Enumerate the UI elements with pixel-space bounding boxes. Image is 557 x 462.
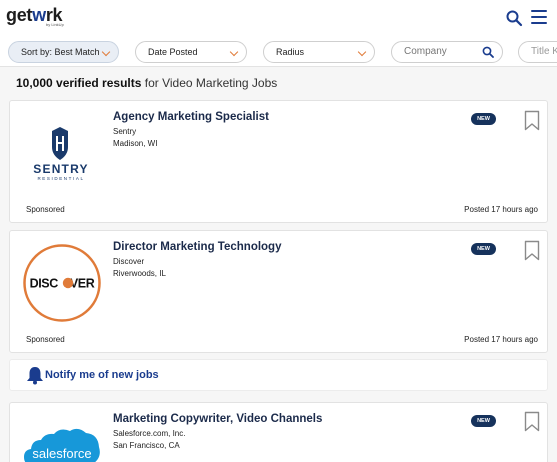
- logo-subtitle: by LinkUp: [46, 22, 64, 27]
- job-card[interactable]: DISC VER Director Marketing Technology Di…: [9, 230, 548, 353]
- sentry-logo-text: SENTRY: [33, 162, 88, 176]
- chevron-down-icon: [101, 47, 111, 57]
- logo-text-get: get: [6, 5, 33, 25]
- radius-label: Radius: [276, 47, 305, 57]
- sentry-logo: SENTRY RESIDENTIAL: [24, 127, 98, 181]
- discover-logo-text-1: DISC: [30, 277, 59, 291]
- sentry-logo-sub: RESIDENTIAL: [37, 176, 84, 181]
- salesforce-logo-text: salesforce: [32, 446, 91, 461]
- sponsored-label: Sponsored: [26, 205, 65, 214]
- job-location: Madison, WI: [113, 139, 158, 148]
- search-icon[interactable]: [482, 46, 494, 58]
- bookmark-icon[interactable]: [524, 411, 540, 432]
- job-title[interactable]: Agency Marketing Specialist: [113, 111, 269, 123]
- job-company: Sentry: [113, 127, 137, 136]
- chevron-down-icon: [229, 47, 239, 57]
- posted-time: Posted 17 hours ago: [464, 335, 538, 344]
- search-icon[interactable]: [505, 9, 523, 27]
- job-title[interactable]: Director Marketing Technology: [113, 241, 281, 253]
- top-header: getwrk by LinkUp: [0, 0, 557, 37]
- results-count: 10,000 verified results for Video Market…: [16, 76, 277, 90]
- chevron-down-icon: [357, 47, 367, 57]
- job-card[interactable]: SENTRY RESIDENTIAL Agency Marketing Spec…: [9, 100, 548, 223]
- notify-label: Notify me of new jobs: [45, 369, 159, 381]
- results-count-suffix: for Video Marketing Jobs: [141, 76, 278, 90]
- sort-dropdown[interactable]: Sort by: Best Match: [8, 41, 119, 63]
- job-company: Salesforce.com, Inc.: [113, 429, 186, 438]
- title-keyword-input[interactable]: Title K: [518, 41, 557, 63]
- salesforce-logo: salesforce: [22, 423, 102, 462]
- new-badge: NEW: [471, 415, 496, 427]
- date-posted-label: Date Posted: [148, 47, 198, 57]
- job-title[interactable]: Marketing Copywriter, Video Channels: [113, 413, 322, 425]
- results-count-number: 10,000 verified results: [16, 76, 142, 90]
- bookmark-icon[interactable]: [524, 240, 540, 261]
- posted-time: Posted 17 hours ago: [464, 205, 538, 214]
- bell-icon: [27, 367, 43, 385]
- title-placeholder: Title K: [531, 46, 557, 57]
- discover-logo: DISC VER: [22, 243, 102, 323]
- bookmark-icon[interactable]: [524, 110, 540, 131]
- new-badge: NEW: [471, 243, 496, 255]
- logo-text-w: w: [32, 5, 46, 25]
- job-card[interactable]: salesforce Marketing Copywriter, Video C…: [9, 402, 548, 462]
- hamburger-menu-icon[interactable]: [531, 10, 547, 26]
- company-search-input[interactable]: Company: [391, 41, 503, 63]
- sponsored-label: Sponsored: [26, 335, 65, 344]
- company-placeholder: Company: [404, 46, 447, 57]
- sort-label: Sort by: Best Match: [21, 47, 100, 57]
- notify-new-jobs-button[interactable]: Notify me of new jobs: [9, 359, 548, 391]
- radius-dropdown[interactable]: Radius: [263, 41, 375, 63]
- job-location: San Francisco, CA: [113, 441, 180, 450]
- job-location: Riverwoods, IL: [113, 269, 166, 278]
- date-posted-dropdown[interactable]: Date Posted: [135, 41, 247, 63]
- new-badge: NEW: [471, 113, 496, 125]
- job-company: Discover: [113, 257, 145, 266]
- filter-bar: Sort by: Best Match Date Posted Radius C…: [0, 37, 557, 67]
- discover-logo-text-2: VER: [70, 277, 95, 291]
